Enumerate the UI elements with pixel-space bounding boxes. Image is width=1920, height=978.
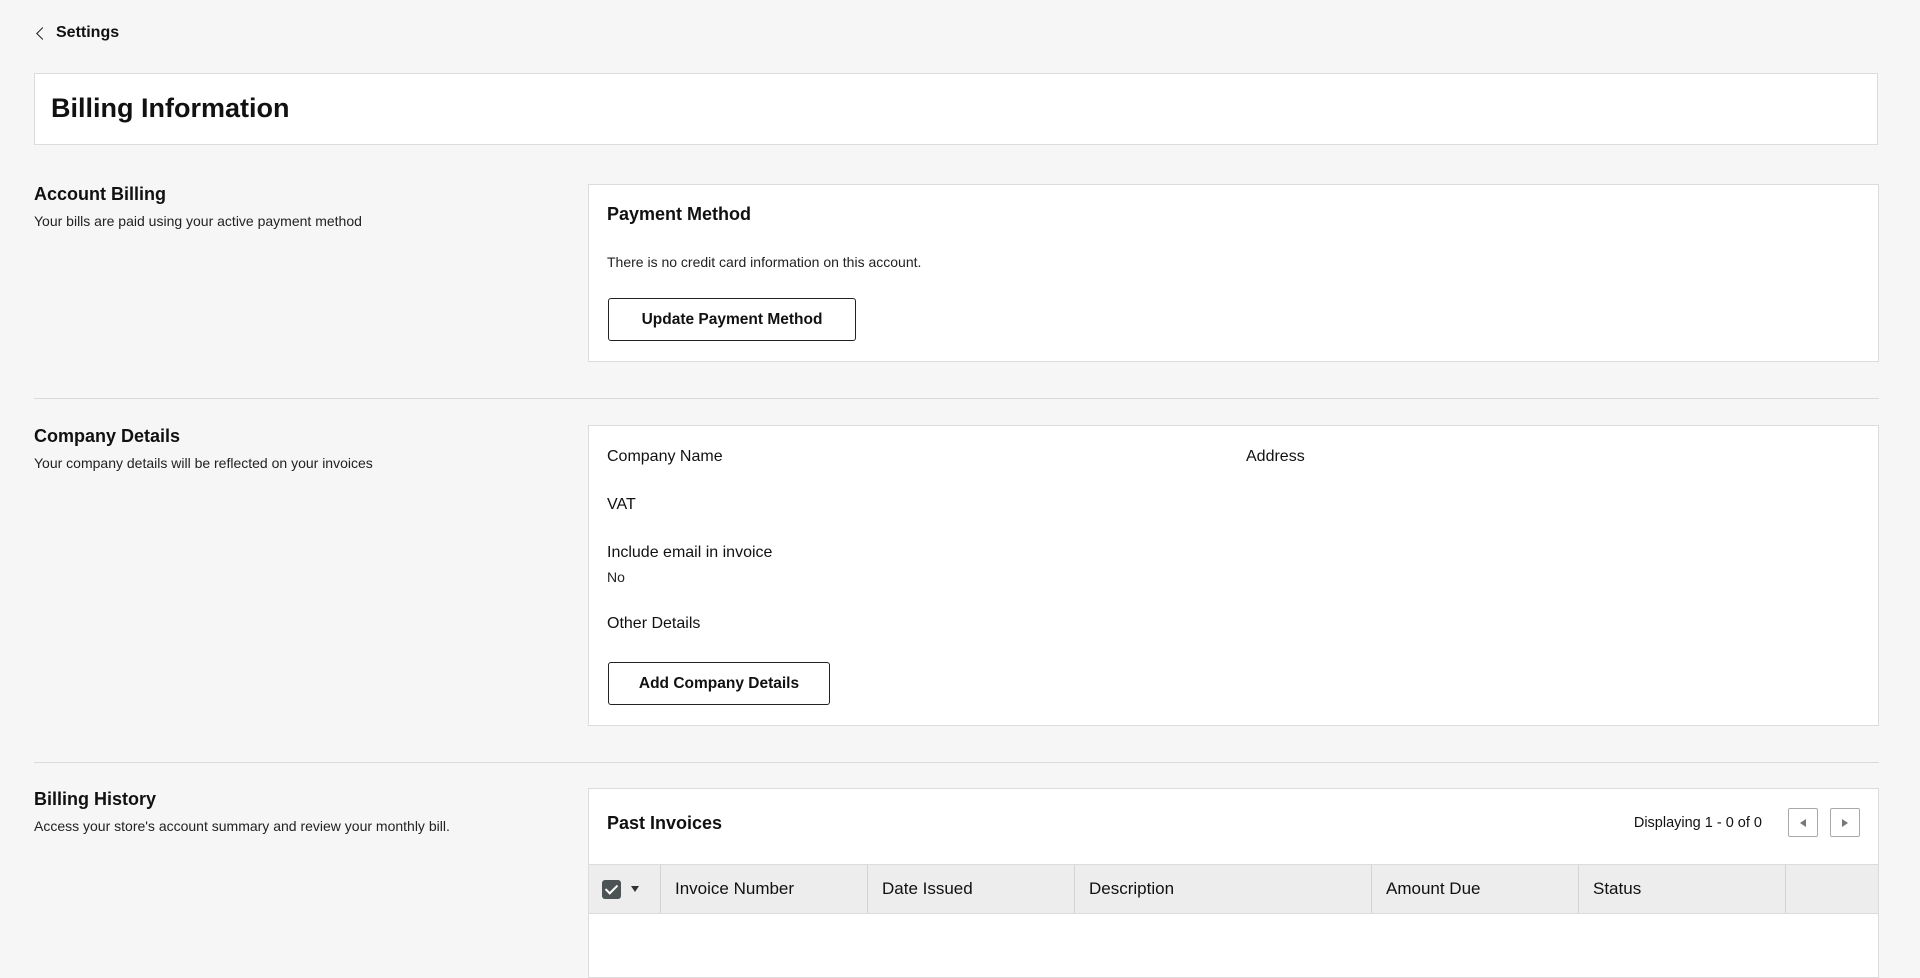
company-details-title: Company Details [34,426,181,446]
triangle-left-icon [1800,818,1806,827]
checkbox-checked-icon[interactable] [602,879,621,899]
select-all-dropdown[interactable] [589,865,661,913]
section-divider [34,762,1879,763]
column-header-description[interactable]: Description [1075,865,1372,913]
company-details-description: Your company details will be reflected o… [34,455,373,471]
column-header-date-issued[interactable]: Date Issued [868,865,1075,913]
include-email-label: Include email in invoice [607,544,773,561]
payment-method-text: There is no credit card information on t… [607,254,922,270]
page-title: Billing Information [51,93,290,123]
chevron-left-icon [36,27,49,40]
caret-down-icon[interactable] [631,886,639,892]
add-company-details-button[interactable]: Add Company Details [608,662,830,705]
pagination: Displaying 1 - 0 of 0 [1634,808,1860,837]
column-header-actions [1786,865,1878,913]
past-invoices-card: Past Invoices Displaying 1 - 0 of 0 Invo… [588,788,1879,978]
account-billing-description: Your bills are paid using your active pa… [34,213,362,229]
page-title-card: Billing Information [34,73,1878,145]
include-email-value: No [607,569,625,585]
past-invoices-title: Past Invoices [607,813,723,833]
back-to-settings-link[interactable]: Settings [36,24,120,42]
billing-history-intro: Billing History Access your store's acco… [34,789,474,837]
column-header-invoice-number[interactable]: Invoice Number [661,865,868,913]
vat-label: VAT [607,496,636,513]
billing-page: Settings Billing Information Account Bil… [0,0,1920,978]
account-billing-intro: Account Billing Your bills are paid usin… [34,184,474,232]
billing-history-description: Access your store's account summary and … [34,818,450,834]
company-details-card: Company Name Address VAT Include email i… [588,425,1879,726]
column-header-status[interactable]: Status [1579,865,1786,913]
account-billing-title: Account Billing [34,184,166,204]
triangle-right-icon [1842,818,1848,827]
previous-page-button[interactable] [1788,808,1818,837]
column-header-amount-due[interactable]: Amount Due [1372,865,1579,913]
section-divider [34,398,1879,399]
company-details-intro: Company Details Your company details wil… [34,426,474,474]
pagination-status: Displaying 1 - 0 of 0 [1633,814,1762,831]
invoices-table-header: Invoice Number Date Issued Description A… [589,864,1878,914]
company-name-label: Company Name [607,448,723,465]
other-details-label: Other Details [607,615,701,632]
update-payment-method-button[interactable]: Update Payment Method [608,298,856,341]
payment-method-card: Payment Method There is no credit card i… [588,184,1879,362]
back-link-label: Settings [56,24,120,41]
billing-history-title: Billing History [34,789,157,809]
next-page-button[interactable] [1830,808,1860,837]
address-label: Address [1246,448,1305,465]
payment-method-title: Payment Method [607,204,752,224]
